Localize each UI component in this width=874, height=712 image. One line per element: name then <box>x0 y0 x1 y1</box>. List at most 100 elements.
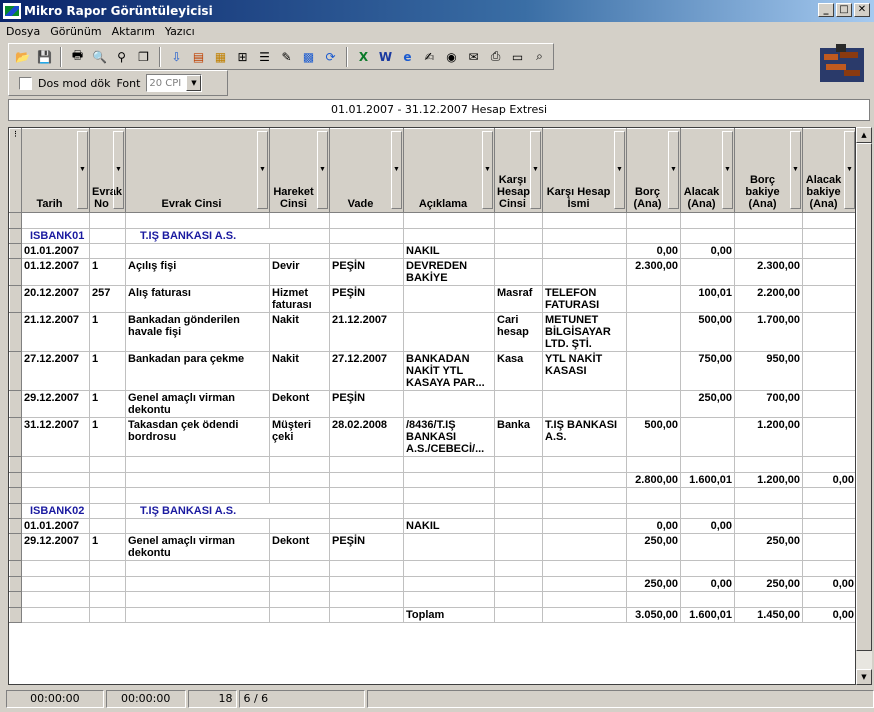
chevron-down-icon[interactable]: ▼ <box>530 131 541 209</box>
maximize-button[interactable]: □ <box>836 3 852 17</box>
scroll-thumb[interactable] <box>856 143 872 651</box>
mail-icon[interactable]: ✉ <box>464 47 483 66</box>
chevron-down-icon[interactable]: ▼ <box>482 131 493 209</box>
export-icon[interactable]: ⎙ <box>486 47 505 66</box>
chevron-down-icon[interactable]: ▼ <box>257 131 268 209</box>
col-borc[interactable]: Borç (Ana) ▼ <box>626 128 681 213</box>
chevron-down-icon[interactable]: ▼ <box>77 131 88 209</box>
row-indicator[interactable] <box>9 503 22 519</box>
scroll-down-icon[interactable]: ▼ <box>856 669 872 685</box>
print-preview-icon[interactable]: 🔍 <box>90 47 109 66</box>
columns-icon[interactable]: ▤ <box>189 47 208 66</box>
row-indicator[interactable] <box>9 533 22 561</box>
chevron-down-icon[interactable]: ▼ <box>790 131 801 209</box>
row-indicator[interactable] <box>9 607 22 623</box>
print-icon[interactable]: 🖶 <box>68 47 87 66</box>
col-alacak-bakiye[interactable]: Alacak bakiye (Ana) ▼ <box>802 128 855 213</box>
col-karsi-hesap-ismi[interactable]: Karşı Hesap İsmi ▼ <box>542 128 627 213</box>
row-indicator[interactable] <box>9 560 22 577</box>
word-icon[interactable]: W <box>376 47 395 66</box>
chevron-down-icon[interactable]: ▼ <box>186 75 202 91</box>
row-indicator[interactable] <box>9 417 22 457</box>
col-tarih[interactable]: Tarih ▼ <box>21 128 90 213</box>
table-row[interactable] <box>9 487 855 504</box>
row-indicator-header[interactable]: ⋮ <box>9 128 22 213</box>
row-indicator[interactable] <box>9 351 22 391</box>
notepad-icon[interactable]: ✍ <box>420 47 439 66</box>
row-indicator[interactable] <box>9 576 22 592</box>
excel-icon[interactable]: X <box>354 47 373 66</box>
document-icon[interactable]: ▭ <box>508 47 527 66</box>
copy-icon[interactable]: ❐ <box>134 47 153 66</box>
group-row[interactable]: ISBANK02 T.IŞ BANKASI A.S. <box>9 503 855 519</box>
chevron-down-icon[interactable]: ▼ <box>317 131 328 209</box>
table-row[interactable]: 01.01.2007 NAKIL 0,00 0,00 <box>9 518 855 534</box>
menu-gorunum[interactable]: Görünüm <box>50 25 101 38</box>
chevron-down-icon[interactable]: ▼ <box>844 131 855 209</box>
table-row[interactable] <box>9 212 855 229</box>
menu-yazici[interactable]: Yazıcı <box>165 25 195 38</box>
row-indicator[interactable] <box>9 487 22 504</box>
table-row[interactable]: 29.12.2007 1 Genel amaçlı virman dekontu De… <box>9 390 855 418</box>
find-icon[interactable]: ⌕ <box>530 47 549 66</box>
open-icon[interactable]: 📂 <box>13 47 32 66</box>
chevron-down-icon[interactable]: ▼ <box>113 131 124 209</box>
table-row[interactable]: 21.12.2007 1 Bankadan gönderilen havale fi… <box>9 312 855 352</box>
browser-icon[interactable]: e <box>398 47 417 66</box>
col-aciklama[interactable]: Açıklama ▼ <box>403 128 495 213</box>
search-icon[interactable]: ⚲ <box>112 47 131 66</box>
minimize-button[interactable]: _ <box>818 3 834 17</box>
row-indicator[interactable] <box>9 456 22 473</box>
row-indicator[interactable] <box>9 591 22 608</box>
tree-icon[interactable]: ⊞ <box>233 47 252 66</box>
total-row[interactable]: 250,00 0,00 250,00 0,00 <box>9 576 855 592</box>
row-indicator[interactable] <box>9 212 22 229</box>
dos-mod-checkbox[interactable] <box>19 76 32 90</box>
table-icon[interactable]: ▦ <box>211 47 230 66</box>
table-row[interactable]: 29.12.2007 1 Genel amaçlı virman dekontu De… <box>9 533 855 561</box>
web-icon[interactable]: ◉ <box>442 47 461 66</box>
col-vade[interactable]: Vade ▼ <box>329 128 404 213</box>
group-icon[interactable]: ☰ <box>255 47 274 66</box>
close-button[interactable]: ✕ <box>854 3 870 17</box>
row-indicator[interactable] <box>9 285 22 313</box>
table-row[interactable] <box>9 591 855 608</box>
report-grid[interactable]: ⋮ Tarih ▼ Evrak No ▼ Evrak Cinsi ▼ Hareket … <box>8 127 856 685</box>
chevron-down-icon[interactable]: ▼ <box>668 131 679 209</box>
row-indicator[interactable] <box>9 243 22 259</box>
table-row[interactable]: 01.01.2007 NAKIL 0,00 0,00 <box>9 243 855 259</box>
table-row[interactable] <box>9 456 855 473</box>
table-row[interactable] <box>9 560 855 577</box>
col-hareket-cinsi[interactable]: Hareket Cinsi ▼ <box>269 128 330 213</box>
table-row[interactable]: 20.12.2007 257 Alış faturası Hizmet faturas… <box>9 285 855 313</box>
col-alacak[interactable]: Alacak (Ana) ▼ <box>680 128 735 213</box>
scroll-up-icon[interactable]: ▲ <box>856 127 872 143</box>
font-select[interactable]: 20 CPI ▼ <box>146 74 203 92</box>
row-indicator[interactable] <box>9 390 22 418</box>
row-indicator[interactable] <box>9 472 22 488</box>
menu-dosya[interactable]: Dosya <box>6 25 40 38</box>
total-row[interactable]: Toplam 3.050,00 1.600,01 1.450,00 0,00 <box>9 607 855 623</box>
col-karsi-hesap-cinsi[interactable]: Karşı Hesap Cinsi ▼ <box>494 128 543 213</box>
sort-icon[interactable]: ⇩ <box>167 47 186 66</box>
table-row[interactable]: 27.12.2007 1 Bankadan para çekme Nakit 27.12… <box>9 351 855 391</box>
chevron-down-icon[interactable]: ▼ <box>391 131 402 209</box>
save-icon[interactable]: 💾 <box>35 47 54 66</box>
row-indicator[interactable] <box>9 228 22 244</box>
col-evrak-cinsi[interactable]: Evrak Cinsi ▼ <box>125 128 270 213</box>
grid-icon[interactable]: ▩ <box>299 47 318 66</box>
col-borc-bakiye[interactable]: Borç bakiye (Ana) ▼ <box>734 128 803 213</box>
chevron-down-icon[interactable]: ▼ <box>614 131 625 209</box>
refresh-icon[interactable]: ⟳ <box>321 47 340 66</box>
vertical-scrollbar[interactable]: ▲ ▼ <box>856 127 872 685</box>
col-evrak-no[interactable]: Evrak No ▼ <box>89 128 126 213</box>
table-row[interactable]: 01.12.2007 1 Açılış fişi Devir PEŞİN DEVREDEN… <box>9 258 855 286</box>
chevron-down-icon[interactable]: ▼ <box>722 131 733 209</box>
table-row[interactable]: 31.12.2007 1 Takasdan çek ödendi bordrosu M… <box>9 417 855 457</box>
total-row[interactable]: 2.800,00 1.600,01 1.200,00 0,00 <box>9 472 855 488</box>
edit-icon[interactable]: ✎ <box>277 47 296 66</box>
group-row[interactable]: ISBANK01 T.IŞ BANKASI A.S. <box>9 228 855 244</box>
row-indicator[interactable] <box>9 312 22 352</box>
menu-aktarim[interactable]: Aktarım <box>112 25 155 38</box>
row-indicator[interactable] <box>9 258 22 286</box>
